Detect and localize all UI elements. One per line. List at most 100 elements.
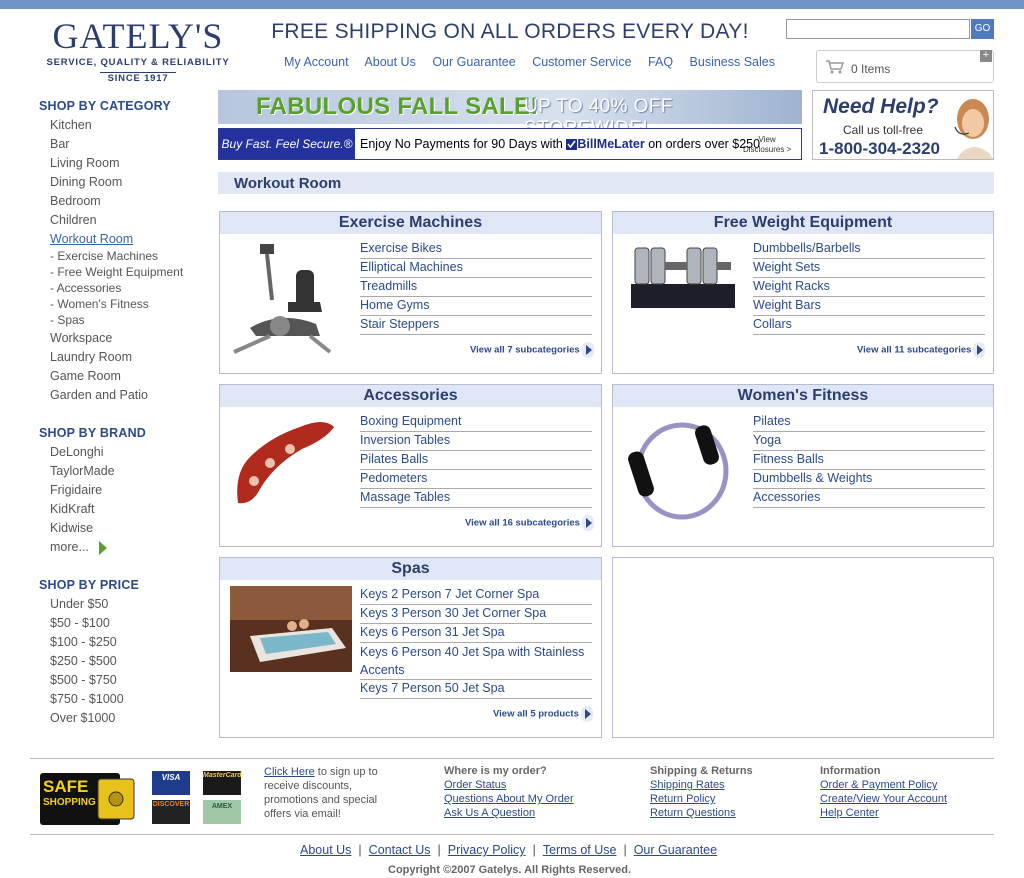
- link-keys-2-person-spa[interactable]: Keys 2 Person 7 Jet Corner Spa: [360, 586, 592, 605]
- search-go-button[interactable]: GO: [971, 19, 994, 39]
- bottom-link-our-guarantee[interactable]: Our Guarantee: [634, 843, 717, 857]
- nav-our-guarantee[interactable]: Our Guarantee: [432, 55, 515, 69]
- link-weight-bars[interactable]: Weight Bars: [753, 297, 985, 316]
- cart-expand-icon[interactable]: +: [980, 50, 992, 62]
- price-item-250-500[interactable]: $250 - $500: [50, 654, 117, 668]
- brand-item-kidkraft[interactable]: KidKraft: [50, 502, 94, 516]
- dumbbells-image[interactable]: [627, 240, 739, 312]
- link-dumbbells-barbells[interactable]: Dumbbells/Barbells: [753, 240, 985, 259]
- link-womens-accessories[interactable]: Accessories: [753, 489, 985, 508]
- price-item-over-1000[interactable]: Over $1000: [50, 711, 115, 725]
- sidebar-item-children[interactable]: Children: [50, 213, 97, 227]
- link-yoga[interactable]: Yoga: [753, 432, 985, 451]
- mini-cart[interactable]: 0 Items: [816, 50, 994, 83]
- link-weight-sets[interactable]: Weight Sets: [753, 259, 985, 278]
- box-title-exercise-machines[interactable]: Exercise Machines: [220, 212, 601, 234]
- price-item-750-1000[interactable]: $750 - $1000: [50, 692, 124, 706]
- box-title-spas[interactable]: Spas: [220, 558, 601, 580]
- link-stair-steppers[interactable]: Stair Steppers: [360, 316, 592, 335]
- price-item-500-750[interactable]: $500 - $750: [50, 673, 117, 687]
- link-exercise-bikes[interactable]: Exercise Bikes: [360, 240, 592, 259]
- pilates-ring-image[interactable]: [627, 419, 737, 523]
- view-all-accessories[interactable]: View all 16 subcategories: [465, 515, 594, 531]
- link-keys-6-person-40-spa[interactable]: Keys 6 Person 40 Jet Spa with Stainless …: [360, 643, 592, 680]
- price-item-50-100[interactable]: $50 - $100: [50, 616, 110, 630]
- footer-link-account[interactable]: Create/View Your Account: [820, 793, 947, 805]
- link-treadmills[interactable]: Treadmills: [360, 278, 592, 297]
- link-elliptical-machines[interactable]: Elliptical Machines: [360, 259, 592, 278]
- footer-link-order-status[interactable]: Order Status: [444, 779, 506, 791]
- box-title-free-weight[interactable]: Free Weight Equipment: [613, 212, 993, 234]
- link-home-gyms[interactable]: Home Gyms: [360, 297, 592, 316]
- sidebar-item-bar[interactable]: Bar: [50, 137, 69, 151]
- nav-faq[interactable]: FAQ: [648, 55, 673, 69]
- view-disclosures-link[interactable]: View Disclosures >: [743, 135, 791, 155]
- view-all-spas[interactable]: View all 5 products: [493, 706, 593, 722]
- link-keys-3-person-spa[interactable]: Keys 3 Person 30 Jet Corner Spa: [360, 605, 592, 624]
- bottom-link-about-us[interactable]: About Us: [300, 843, 351, 857]
- bottom-link-contact-us[interactable]: Contact Us: [369, 843, 431, 857]
- brand-item-kidwise[interactable]: Kidwise: [50, 521, 93, 535]
- sidebar-item-living-room[interactable]: Living Room: [50, 156, 119, 170]
- site-logo[interactable]: GATELY'S SERVICE, QUALITY & RELIABILITY …: [38, 18, 238, 84]
- link-boxing-equipment[interactable]: Boxing Equipment: [360, 413, 592, 432]
- footer-link-help-center[interactable]: Help Center: [820, 807, 879, 819]
- search-input[interactable]: [786, 19, 970, 39]
- fall-sale-banner[interactable]: FABULOUS FALL SALE! UP TO 40% OFF STOREW…: [218, 90, 802, 139]
- click-here-link[interactable]: Click Here: [264, 766, 315, 778]
- link-weight-racks[interactable]: Weight Racks: [753, 278, 985, 297]
- link-pedometers[interactable]: Pedometers: [360, 470, 592, 489]
- sidebar-item-kitchen[interactable]: Kitchen: [50, 118, 92, 132]
- view-all-exercise-machines[interactable]: View all 7 subcategories: [470, 342, 594, 358]
- bill-me-later-banner[interactable]: Buy Fast. Feel Secure.® Enjoy No Payment…: [218, 128, 802, 160]
- footer-link-order-payment-policy[interactable]: Order & Payment Policy: [820, 779, 937, 791]
- box-title-accessories[interactable]: Accessories: [220, 385, 601, 407]
- need-help-box[interactable]: Need Help? Call us toll-free 1-800-304-2…: [812, 90, 994, 160]
- price-item-100-250[interactable]: $100 - $250: [50, 635, 117, 649]
- nav-about-us[interactable]: About Us: [364, 55, 415, 69]
- brand-item-taylormade[interactable]: TaylorMade: [50, 464, 115, 478]
- sidebar-item-dining-room[interactable]: Dining Room: [50, 175, 122, 189]
- sidebar-item-laundry-room[interactable]: Laundry Room: [50, 350, 132, 364]
- safe-shopping-badge[interactable]: SAFE SHOPPING: [40, 773, 136, 825]
- nav-business-sales[interactable]: Business Sales: [690, 55, 775, 69]
- footer-link-return-policy[interactable]: Return Policy: [650, 793, 715, 805]
- sidebar-sub-accessories[interactable]: - Accessories: [50, 281, 121, 295]
- sidebar-item-bedroom[interactable]: Bedroom: [50, 194, 101, 208]
- exercise-bike-image[interactable]: [230, 240, 340, 358]
- nav-my-account[interactable]: My Account: [284, 55, 349, 69]
- brand-more-link[interactable]: more...: [50, 540, 108, 555]
- arrow-right-icon: [581, 515, 594, 531]
- bottom-link-privacy-policy[interactable]: Privacy Policy: [448, 843, 526, 857]
- sidebar-sub-spas[interactable]: - Spas: [50, 313, 85, 327]
- link-pilates[interactable]: Pilates: [753, 413, 985, 432]
- brand-item-frigidaire[interactable]: Frigidaire: [50, 483, 102, 497]
- link-fitness-balls[interactable]: Fitness Balls: [753, 451, 985, 470]
- spa-image[interactable]: [230, 586, 352, 672]
- link-massage-tables[interactable]: Massage Tables: [360, 489, 592, 508]
- footer-link-shipping-rates[interactable]: Shipping Rates: [650, 779, 725, 791]
- footer-link-ask-question[interactable]: Ask Us A Question: [444, 807, 535, 819]
- link-pilates-balls[interactable]: Pilates Balls: [360, 451, 592, 470]
- link-collars[interactable]: Collars: [753, 316, 985, 335]
- brand-item-delonghi[interactable]: DeLonghi: [50, 445, 104, 459]
- footer-link-return-questions[interactable]: Return Questions: [650, 807, 736, 819]
- sidebar-sub-womens-fitness[interactable]: - Women's Fitness: [50, 297, 149, 311]
- nav-customer-service[interactable]: Customer Service: [532, 55, 631, 69]
- sidebar-sub-free-weight[interactable]: - Free Weight Equipment: [50, 265, 183, 279]
- massager-image[interactable]: [230, 413, 340, 513]
- sidebar-sub-exercise-machines[interactable]: - Exercise Machines: [50, 249, 158, 263]
- link-inversion-tables[interactable]: Inversion Tables: [360, 432, 592, 451]
- box-title-womens-fitness[interactable]: Women's Fitness: [613, 385, 993, 407]
- sidebar-item-game-room[interactable]: Game Room: [50, 369, 121, 383]
- price-item-under-50[interactable]: Under $50: [50, 597, 108, 611]
- footer-link-order-questions[interactable]: Questions About My Order: [444, 793, 574, 805]
- link-keys-7-person-spa[interactable]: Keys 7 Person 50 Jet Spa: [360, 680, 592, 699]
- sidebar-item-workspace[interactable]: Workspace: [50, 331, 112, 345]
- bottom-link-terms-of-use[interactable]: Terms of Use: [543, 843, 617, 857]
- view-all-free-weight[interactable]: View all 11 subcategories: [857, 342, 986, 358]
- sidebar-item-workout-room[interactable]: Workout Room: [50, 232, 133, 246]
- link-keys-6-person-31-spa[interactable]: Keys 6 Person 31 Jet Spa: [360, 624, 592, 643]
- link-dumbbells-weights[interactable]: Dumbbells & Weights: [753, 470, 985, 489]
- sidebar-item-garden-patio[interactable]: Garden and Patio: [50, 388, 148, 402]
